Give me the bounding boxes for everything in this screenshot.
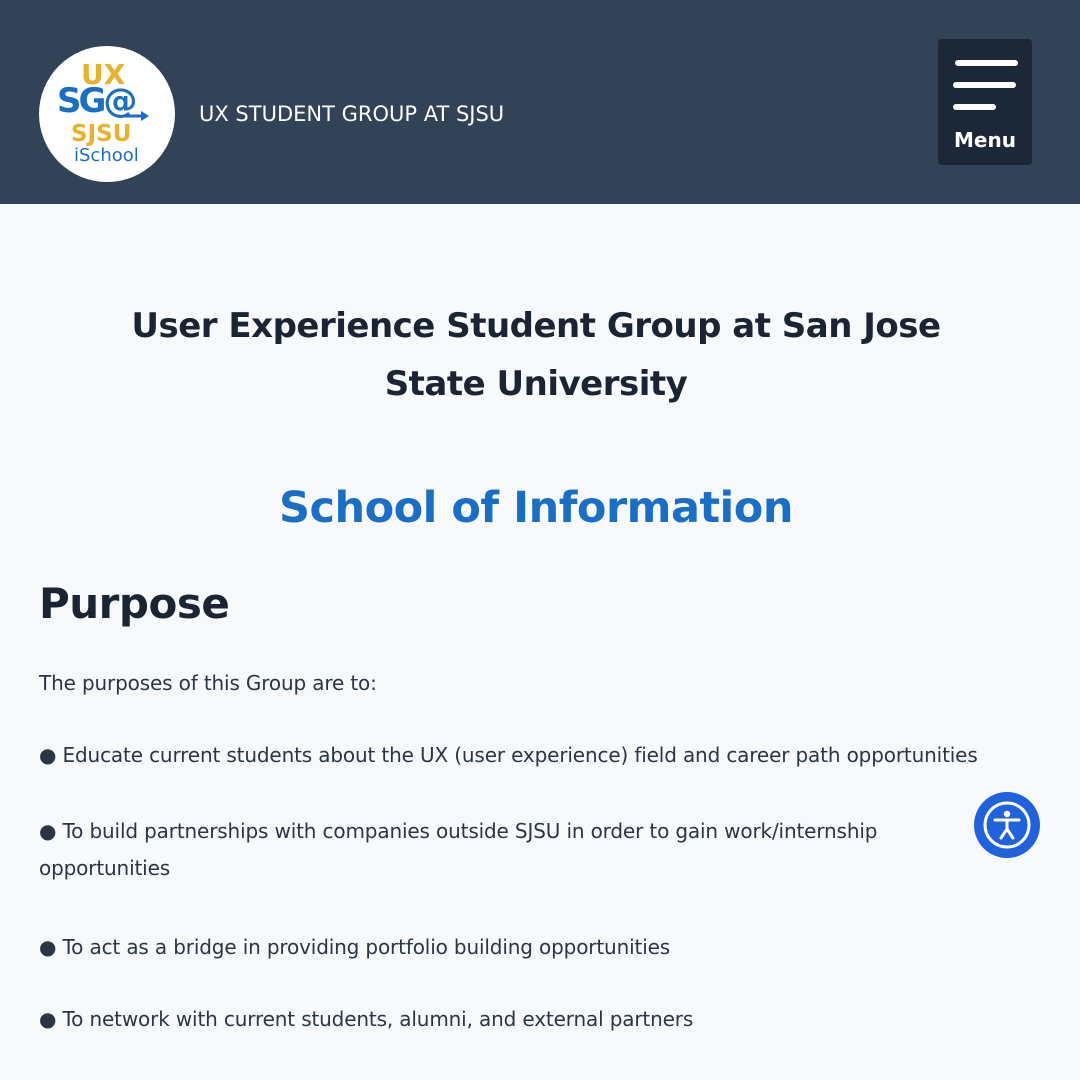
hamburger-icon-bar-middle <box>953 82 1016 88</box>
menu-label: Menu <box>954 128 1016 152</box>
page-subtitle: School of Information <box>279 483 793 533</box>
section-title-purpose: Purpose <box>39 579 230 628</box>
menu-button[interactable]: Menu <box>938 39 1032 165</box>
logo-graphic: UX SG@ SJSU iSchool <box>57 58 149 166</box>
purpose-item: ● To build partnerships with companies o… <box>39 819 878 880</box>
hamburger-icon-bar-top <box>955 60 1018 66</box>
logo-text-sjsu: SJSU <box>71 121 131 147</box>
site-logo[interactable]: UX SG@ SJSU iSchool <box>39 46 175 182</box>
purpose-intro: The purposes of this Group are to: <box>39 671 377 695</box>
purpose-item: ● To network with current students, alum… <box>39 1007 694 1031</box>
site-header: UX SG@ SJSU iSchool UX STUDENT GROUP AT … <box>0 0 1080 204</box>
accessibility-icon <box>983 801 1031 849</box>
site-title[interactable]: UX STUDENT GROUP AT SJSU <box>199 100 504 128</box>
logo-text-ischool: iSchool <box>74 145 139 166</box>
logo-arrow-head <box>141 111 149 121</box>
accessibility-button[interactable] <box>974 792 1040 858</box>
purpose-item: ● Educate current students about the UX … <box>39 743 978 767</box>
page-title: User Experience Student Group at San Jos… <box>131 306 941 404</box>
hamburger-icon-bar-bottom <box>953 104 996 110</box>
purpose-item: ● To act as a bridge in providing portfo… <box>39 935 671 959</box>
